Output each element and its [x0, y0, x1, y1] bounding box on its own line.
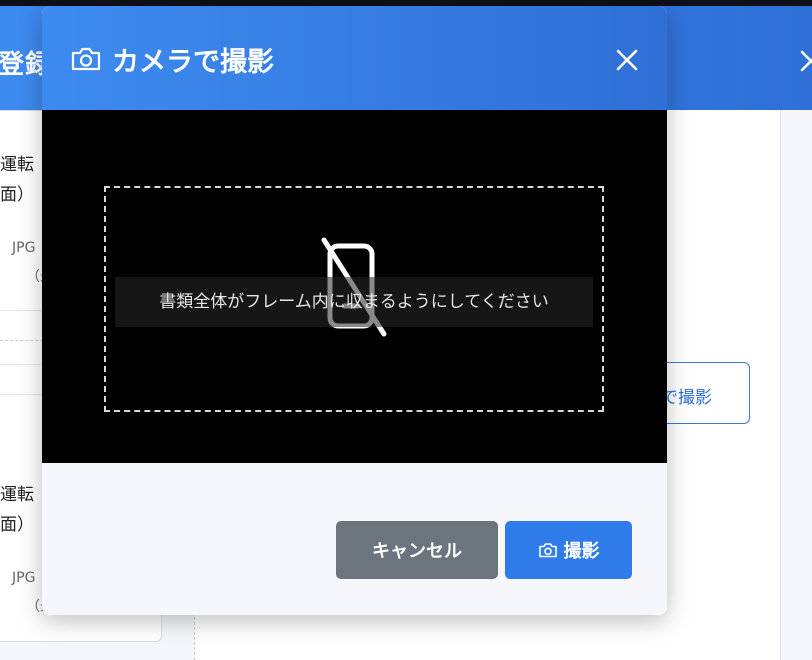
background-close-icon[interactable] [796, 46, 812, 76]
camera-viewport: 書類全体がフレーム内に収まるようにしてください [42, 110, 667, 589]
cancel-button[interactable]: キャンセル [336, 521, 498, 579]
capture-button[interactable]: 撮影 [505, 521, 632, 579]
background-right-edge [780, 110, 812, 660]
framing-hint: 書類全体がフレーム内に収まるようにしてください [115, 277, 593, 327]
background-item-label: 面） [0, 185, 34, 205]
modal-footer: キャンセル 撮影 [42, 485, 667, 615]
modal-title: カメラで撮影 [112, 47, 274, 78]
close-icon[interactable] [613, 46, 641, 74]
modal-header: カメラで撮影 [42, 6, 667, 110]
camera-modal: カメラで撮影 書類全体がフレーム内に収まるようにしてください キャンセル 撮影 [42, 6, 667, 615]
background-item-label: 運転 [0, 485, 34, 505]
background-item-label: 運転 [0, 155, 34, 175]
capture-button-label: 撮影 [563, 541, 600, 562]
background-item-note: JPG [12, 570, 36, 586]
background-item-note: JPG [12, 240, 36, 256]
camera-icon [538, 543, 557, 558]
camera-icon [71, 47, 101, 71]
background-camera-button-label: で撮影 [661, 388, 712, 408]
background-item-label: 面） [0, 515, 34, 535]
